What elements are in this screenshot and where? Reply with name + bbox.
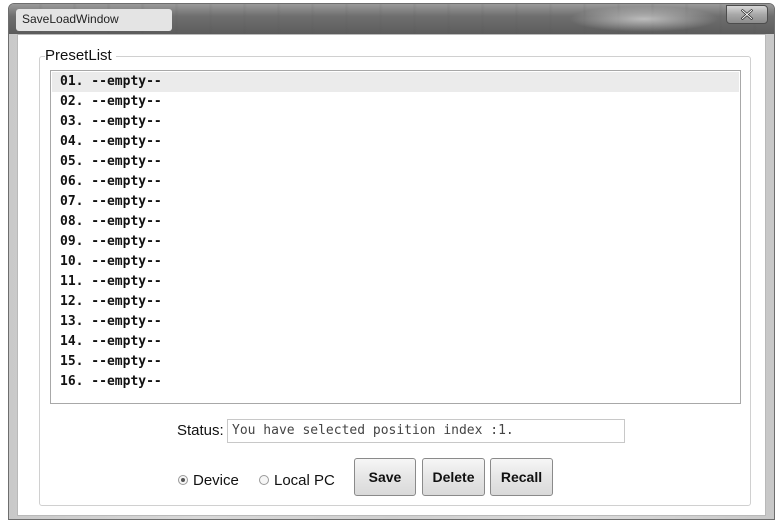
preset-list-item[interactable]: 04. --empty-- bbox=[52, 132, 739, 152]
preset-list-item[interactable]: 13. --empty-- bbox=[52, 312, 739, 332]
delete-button[interactable]: Delete bbox=[422, 458, 485, 496]
local-pc-radio[interactable]: Local PC bbox=[259, 469, 335, 491]
preset-list-item[interactable]: 06. --empty-- bbox=[52, 172, 739, 192]
preset-list-item[interactable]: 07. --empty-- bbox=[52, 192, 739, 212]
preset-list-item[interactable]: 10. --empty-- bbox=[52, 252, 739, 272]
status-field[interactable]: You have selected position index :1. bbox=[227, 419, 625, 443]
title-glow bbox=[569, 6, 719, 32]
title-bar[interactable]: SaveLoadWindow bbox=[9, 4, 774, 34]
preset-list-item[interactable]: 14. --empty-- bbox=[52, 332, 739, 352]
device-radio-dot bbox=[178, 475, 188, 485]
close-button[interactable] bbox=[726, 5, 768, 24]
preset-list-item[interactable]: 08. --empty-- bbox=[52, 212, 739, 232]
preset-list-item[interactable]: 16. --empty-- bbox=[52, 372, 739, 392]
preset-list-item[interactable]: 11. --empty-- bbox=[52, 272, 739, 292]
preset-list-item[interactable]: 02. --empty-- bbox=[52, 92, 739, 112]
preset-list-label: PresetList bbox=[45, 47, 116, 64]
preset-list-item[interactable]: 12. --empty-- bbox=[52, 292, 739, 312]
local-pc-radio-label: Local PC bbox=[274, 471, 335, 489]
window-title: SaveLoadWindow bbox=[22, 12, 119, 26]
preset-list-item[interactable]: 05. --empty-- bbox=[52, 152, 739, 172]
preset-list-item[interactable]: 15. --empty-- bbox=[52, 352, 739, 372]
recall-button[interactable]: Recall bbox=[490, 458, 553, 496]
save-button[interactable]: Save bbox=[354, 458, 416, 496]
close-icon bbox=[741, 9, 753, 20]
preset-listbox[interactable]: 01. --empty-- 02. --empty-- 03. --empty-- 0… bbox=[50, 70, 741, 404]
device-radio[interactable]: Device bbox=[178, 469, 239, 491]
preset-list-item[interactable]: 01. --empty-- bbox=[52, 72, 739, 92]
device-radio-label: Device bbox=[193, 471, 239, 489]
preset-list-item[interactable]: 03. --empty-- bbox=[52, 112, 739, 132]
local-pc-radio-dot bbox=[259, 475, 269, 485]
preset-list-item[interactable]: 09. --empty-- bbox=[52, 232, 739, 252]
status-label: Status: bbox=[177, 422, 224, 439]
